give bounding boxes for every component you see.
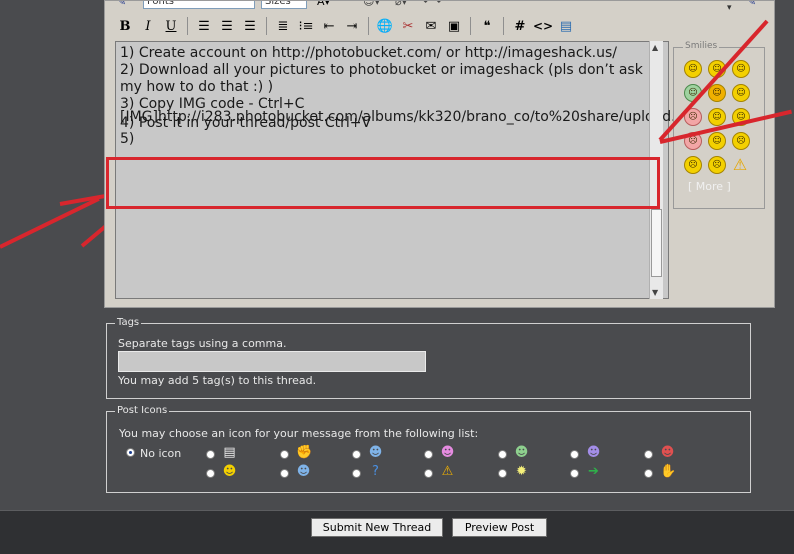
post-icons-help-text: You may choose an icon for your message … — [119, 427, 479, 440]
align-center-icon[interactable]: ☰ — [217, 16, 237, 36]
scrollbar-thumb[interactable] — [651, 209, 662, 277]
post-icon-radio[interactable] — [280, 469, 289, 478]
annotation-highlight-box — [106, 157, 660, 209]
scroll-down-icon[interactable]: ▼ — [652, 288, 658, 297]
warning-icon: ⚠ — [441, 464, 454, 479]
tags-legend: Tags — [115, 317, 142, 328]
toolbar-separator — [266, 17, 267, 35]
smilies-legend: Smilies — [683, 41, 720, 51]
smile-icon: ☻ — [222, 464, 237, 479]
wrap-php-icon[interactable]: ▤ — [556, 16, 576, 36]
document-icon: ▤ — [223, 445, 236, 460]
no-icon-radio[interactable] — [126, 448, 135, 457]
post-icons-legend: Post Icons — [115, 405, 170, 416]
message-line: 5) — [120, 131, 135, 147]
tags-input[interactable] — [118, 351, 426, 372]
wrap-html-button[interactable]: <> — [533, 16, 553, 36]
toolbar-separator — [470, 17, 471, 35]
cool-icon: ☻ — [296, 464, 311, 479]
scroll-up-icon[interactable]: ▲ — [652, 43, 658, 52]
cool-icon[interactable]: ☺ — [708, 132, 726, 150]
undo-icon[interactable]: ↶↷ — [423, 1, 441, 8]
tags-limit-text: You may add 5 tag(s) to this thread. — [118, 374, 317, 387]
indent-icon[interactable]: ⇥ — [342, 16, 362, 36]
laugh-icon[interactable]: ☺ — [732, 60, 750, 78]
tongue-icon: ☻ — [440, 445, 455, 460]
lightbulb-icon: ✹ — [516, 464, 527, 479]
wrap-code-button[interactable]: # — [510, 16, 530, 36]
unordered-list-icon[interactable]: ⁝≡ — [296, 16, 316, 36]
submit-thread-button[interactable]: Submit New Thread — [311, 518, 443, 537]
toolbar-separator — [503, 17, 504, 35]
frown-icon: ☻ — [586, 445, 601, 460]
bold-button[interactable]: B — [115, 16, 135, 36]
quote-icon[interactable]: ❝ — [477, 16, 497, 36]
outdent-icon[interactable]: ⇤ — [319, 16, 339, 36]
message-line: 1) Create account on http://photobucket.… — [120, 45, 618, 61]
text-color-icon[interactable]: A▾ — [317, 1, 330, 8]
angry-icon: ☻ — [660, 445, 675, 460]
warning-icon[interactable]: ⚠ — [732, 155, 748, 174]
toolbar-separator — [368, 17, 369, 35]
arrow-icon: ➔ — [588, 464, 599, 479]
remove-link-icon[interactable]: ✂ — [398, 16, 418, 36]
insert-link-icon[interactable]: 🌐 — [375, 16, 395, 36]
font-select[interactable]: Fonts — [143, 1, 255, 9]
attachment-icon[interactable]: ⌀▾ — [395, 1, 407, 8]
smile-icon: ☻ — [368, 445, 383, 460]
ordered-list-icon[interactable]: ≣ — [273, 16, 293, 36]
no-icon-label: No icon — [140, 447, 182, 460]
post-icon-radio[interactable] — [206, 469, 215, 478]
post-icon-radio[interactable] — [498, 469, 507, 478]
wink-icon[interactable]: ☺ — [732, 84, 750, 102]
post-icon-radio[interactable] — [570, 469, 579, 478]
format-toolbar: B I U ☰ ☰ ☰ ≣ ⁝≡ ⇤ ⇥ 🌐 ✂ ✉ ▣ ❝ # <> ▤ — [115, 15, 576, 37]
smile-icon[interactable]: ☺ — [684, 60, 702, 78]
thumbs-up-icon: ✋ — [660, 464, 677, 479]
tags-help-text: Separate tags using a comma. — [118, 337, 287, 350]
sad-icon[interactable]: ☹ — [684, 156, 702, 174]
editor-logo-icon: ✎ — [117, 1, 127, 8]
redface-icon[interactable]: ☹ — [708, 156, 726, 174]
post-icon-radio[interactable] — [424, 450, 433, 459]
toolbar-separator — [187, 17, 188, 35]
align-left-icon[interactable]: ☰ — [194, 16, 214, 36]
rolleyes-icon[interactable]: ☹ — [732, 132, 750, 150]
post-icon-radio[interactable] — [644, 450, 653, 459]
switch-mode-icon[interactable]: ✎ — [747, 1, 756, 8]
message-editor: ✎ Fonts Sizes A▾ ☺▾ ⌀▾ ↶↷ ▾ ✎ B I U ☰ ☰ … — [104, 0, 775, 308]
thumbs-down-icon: ✊ — [296, 445, 313, 460]
post-icon-radio[interactable] — [352, 450, 361, 459]
insert-image-icon[interactable]: ▣ — [444, 16, 464, 36]
post-icon-radio[interactable] — [424, 469, 433, 478]
message-line: 2) Download all your pictures to photobu… — [120, 62, 648, 95]
tags-fieldset: Tags Separate tags using a comma. You ma… — [106, 317, 751, 399]
toolbar-row-top: ✎ Fonts Sizes A▾ ☺▾ ⌀▾ ↶↷ ▾ ✎ — [105, 1, 774, 13]
collapse-icon[interactable]: ▾ — [727, 3, 732, 13]
grin-icon: ☻ — [514, 445, 529, 460]
email-link-icon[interactable]: ✉ — [421, 16, 441, 36]
post-icon-radio[interactable] — [498, 450, 507, 459]
more-smilies-link[interactable]: [ More ] — [688, 180, 731, 193]
post-icon-radio[interactable] — [352, 469, 361, 478]
underline-button[interactable]: U — [161, 16, 181, 36]
question-icon: ? — [372, 464, 379, 479]
post-icon-radio[interactable] — [206, 450, 215, 459]
italic-button[interactable]: I — [138, 16, 158, 36]
post-icons-fieldset: Post Icons You may choose an icon for yo… — [106, 405, 751, 493]
post-icon-radio[interactable] — [570, 450, 579, 459]
align-right-icon[interactable]: ☰ — [240, 16, 260, 36]
preview-post-button[interactable]: Preview Post — [452, 518, 547, 537]
smilie-picker-icon[interactable]: ☺▾ — [363, 1, 380, 8]
confused-icon[interactable]: ☺ — [708, 108, 726, 126]
size-select[interactable]: Sizes — [261, 1, 307, 9]
post-icon-radio[interactable] — [644, 469, 653, 478]
post-icon-radio[interactable] — [280, 450, 289, 459]
